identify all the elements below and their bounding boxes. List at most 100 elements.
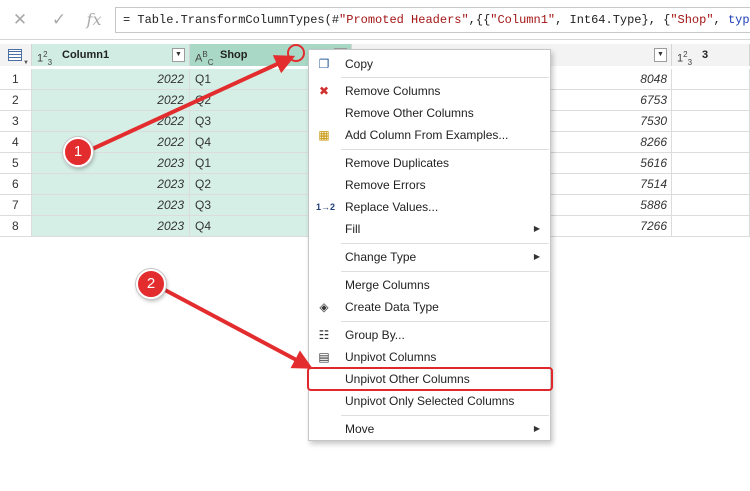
submenu-arrow-icon: ▶	[533, 224, 540, 233]
menu-item-label: Unpivot Only Selected Columns	[345, 394, 515, 408]
type-sub: 3	[47, 57, 53, 67]
column-header-3[interactable]: 123 3	[672, 44, 750, 67]
row-number[interactable]: 1	[0, 69, 32, 89]
menu-item-label: Create Data Type	[345, 300, 439, 314]
menu-item-label: Remove Duplicates	[345, 156, 450, 170]
formula-keyword: type	[727, 13, 750, 27]
menu-item-label: Remove Columns	[345, 84, 441, 98]
row-number[interactable]: 2	[0, 90, 32, 110]
column-header-column1[interactable]: 123 Column1 ▼	[32, 44, 190, 67]
menu-item-remove-columns[interactable]: ✖ Remove Columns	[310, 80, 550, 102]
menu-item-label: Remove Errors	[345, 178, 426, 192]
cancel-icon[interactable]: ✕	[8, 8, 32, 32]
formula-bar: ✕ ✓ fx = Table.TransformColumnTypes(#"Pr…	[0, 0, 750, 40]
create-data-type-icon: ◈	[319, 300, 329, 314]
menu-item-label: Move	[345, 422, 375, 436]
menu-item-label: Copy	[345, 57, 374, 71]
menu-separator	[341, 321, 549, 322]
menu-separator	[341, 415, 549, 416]
filter-dropdown-icon[interactable]: ▼	[172, 48, 185, 62]
add-column-examples-icon: ▦	[318, 128, 330, 142]
cell-column1[interactable]: 2023	[32, 216, 190, 236]
menu-item-remove-duplicates[interactable]: Remove Duplicates	[310, 152, 550, 174]
menu-item-unpivot-only-selected-columns[interactable]: Unpivot Only Selected Columns	[310, 390, 550, 412]
cell-column1[interactable]: 2022	[32, 69, 190, 89]
cell-3[interactable]	[672, 132, 750, 152]
menu-item-merge-columns[interactable]: Merge Columns	[310, 274, 550, 296]
row-number[interactable]: 7	[0, 195, 32, 215]
menu-item-copy[interactable]: ❐ Copy	[310, 53, 550, 75]
formula-string: "Promoted Headers"	[339, 13, 469, 27]
menu-item-label: Remove Other Columns	[345, 106, 474, 120]
cell-column1[interactable]: 2022	[32, 90, 190, 110]
submenu-arrow-icon: ▶	[533, 252, 540, 261]
cell-3[interactable]	[672, 195, 750, 215]
menu-item-label: Unpivot Columns	[345, 350, 437, 364]
menu-item-label: Merge Columns	[345, 278, 430, 292]
formula-text: ,	[713, 13, 728, 27]
step-badge-1: 1	[63, 137, 93, 167]
cell-3[interactable]	[672, 111, 750, 131]
annotation-arrow-2	[164, 288, 313, 369]
formula-text: = Table.TransformColumnTypes(#	[123, 13, 340, 27]
row-number[interactable]: 5	[0, 153, 32, 173]
menu-item-move[interactable]: Move ▶	[310, 418, 550, 440]
formula-text: ,{{	[468, 13, 491, 27]
column-name: 3	[702, 49, 709, 61]
submenu-arrow-icon: ▶	[533, 424, 540, 433]
menu-separator	[341, 77, 549, 78]
cell-column1[interactable]: 2023	[32, 195, 190, 215]
step-badge-2: 2	[136, 269, 166, 299]
menu-item-add-column-from-examples[interactable]: ▦ Add Column From Examples...	[310, 124, 550, 146]
menu-item-label: Group By...	[345, 328, 405, 342]
copy-icon: ❐	[318, 57, 330, 71]
menu-item-label: Change Type	[345, 250, 417, 264]
unpivot-columns-icon: ▤	[318, 350, 330, 364]
replace-values-icon: 1→2	[316, 202, 336, 212]
formula-text: , Int64.Type}, {	[555, 13, 671, 27]
row-number[interactable]: 6	[0, 174, 32, 194]
menu-item-remove-errors[interactable]: Remove Errors	[310, 174, 550, 196]
cell-column1[interactable]: 2022	[32, 111, 190, 131]
menu-item-remove-other-columns[interactable]: Remove Other Columns	[310, 102, 550, 124]
cell-3[interactable]	[672, 174, 750, 194]
table-icon	[8, 49, 22, 61]
formula-string: "Column1"	[490, 13, 556, 27]
remove-columns-icon: ✖	[318, 84, 330, 98]
group-by-icon: ☷	[318, 328, 330, 342]
cell-column1[interactable]: 2022	[32, 132, 190, 152]
row-number[interactable]: 8	[0, 216, 32, 236]
menu-item-create-data-type[interactable]: ◈ Create Data Type	[310, 296, 550, 318]
filter-dropdown-icon[interactable]: ▼	[654, 48, 667, 62]
type-sub: C	[207, 57, 214, 67]
shop-header-callout-ring	[287, 44, 305, 62]
row-number[interactable]: 3	[0, 111, 32, 131]
menu-separator	[341, 271, 549, 272]
menu-item-label: Fill	[345, 222, 361, 236]
menu-item-fill[interactable]: Fill ▶	[310, 218, 550, 240]
cell-3[interactable]	[672, 90, 750, 110]
menu-separator	[341, 243, 549, 244]
column-name: Shop	[220, 49, 248, 61]
menu-item-change-type[interactable]: Change Type ▶	[310, 246, 550, 268]
cell-column1[interactable]: 2023	[32, 174, 190, 194]
type-sub: 3	[687, 57, 693, 67]
menu-item-label: Replace Values...	[345, 200, 439, 214]
table-menu-button[interactable]: ▼	[0, 44, 32, 66]
formula-input[interactable]: = Table.TransformColumnTypes(#"Promoted …	[115, 7, 750, 33]
menu-separator	[341, 149, 549, 150]
highlight-box	[307, 367, 553, 391]
fx-icon[interactable]: fx	[82, 8, 106, 32]
menu-item-replace-values[interactable]: 1→2 Replace Values...	[310, 196, 550, 218]
column-name: Column1	[62, 49, 110, 61]
cell-column1[interactable]: 2023	[32, 153, 190, 173]
cell-3[interactable]	[672, 153, 750, 173]
menu-item-label: Add Column From Examples...	[345, 128, 509, 142]
row-number[interactable]: 4	[0, 132, 32, 152]
cell-3[interactable]	[672, 69, 750, 89]
cell-3[interactable]	[672, 216, 750, 236]
menu-item-group-by[interactable]: ☷ Group By...	[310, 324, 550, 346]
formula-string: "Shop"	[670, 13, 714, 27]
menu-item-unpivot-columns[interactable]: ▤ Unpivot Columns	[310, 346, 550, 368]
confirm-icon[interactable]: ✓	[47, 8, 71, 32]
